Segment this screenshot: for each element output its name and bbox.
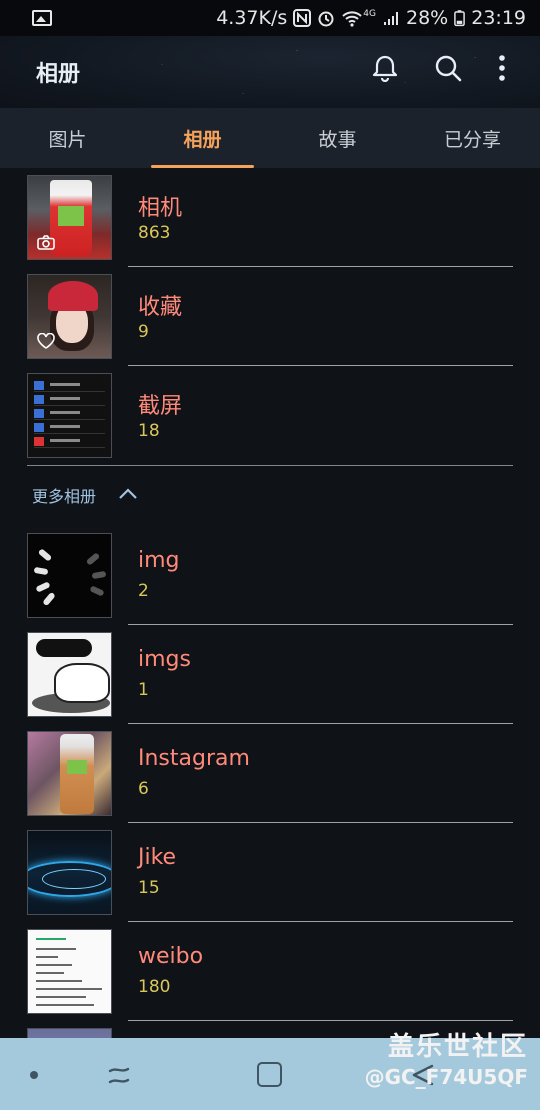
clock: 23:19 (471, 7, 526, 29)
status-bar: 4.37K/s 4G 28% 23:19 (0, 0, 540, 36)
thumbnail-dash (89, 585, 105, 597)
nav-dot-button[interactable] (30, 1071, 38, 1079)
thumbnail-dash (37, 548, 53, 562)
thumbnail-line (36, 948, 76, 950)
more-vert-icon[interactable] (498, 54, 506, 82)
album-count: 15 (138, 878, 160, 898)
album-name: img (138, 548, 180, 573)
album-name: 截屏 (138, 394, 183, 419)
watermark: 盖乐世社区 @GC_F74U5QF (365, 1026, 528, 1089)
album-count: 18 (138, 421, 160, 441)
album-name: 收藏 (138, 295, 183, 320)
thumbnail-dash (85, 552, 101, 566)
album-list: 相机 863 收藏 9 截屏 18 更多相册 img 2 imgs 1 Inst… (0, 168, 540, 1110)
album-thumbnail (27, 929, 112, 1014)
image-notification-icon (32, 10, 52, 26)
thumbnail-dash (91, 570, 107, 580)
album-item-img[interactable]: img 2 (0, 526, 540, 625)
album-count: 2 (138, 581, 149, 601)
battery-percent: 28% (406, 7, 449, 29)
heart-icon (37, 333, 55, 349)
tab-stories[interactable]: 故事 (270, 108, 405, 168)
thumbnail-row (34, 436, 105, 448)
thumbnail-bottle (60, 734, 94, 814)
album-count: 863 (138, 223, 171, 243)
thumbnail-row (34, 394, 105, 406)
tab-pictures[interactable]: 图片 (0, 108, 135, 168)
album-item-screenshots[interactable]: 截屏 18 (0, 366, 540, 465)
album-count: 6 (138, 779, 149, 799)
more-albums-toggle[interactable]: 更多相册 (0, 466, 540, 526)
album-count: 1 (138, 680, 149, 700)
album-item-instagram[interactable]: Instagram 6 (0, 724, 540, 823)
thumbnail-dash (33, 566, 49, 576)
album-thumbnail (27, 373, 112, 458)
search-icon[interactable] (434, 54, 462, 82)
album-name: 相机 (138, 196, 183, 221)
thumbnail-line (36, 988, 102, 990)
album-thumbnail (27, 175, 112, 260)
album-thumbnail (27, 632, 112, 717)
network-speed: 4.37K/s (216, 7, 288, 29)
album-count: 180 (138, 977, 171, 997)
thumbnail-image (50, 180, 92, 256)
thumbnail-hat (48, 281, 98, 311)
bell-icon[interactable] (372, 54, 398, 82)
recents-icon[interactable] (106, 1062, 132, 1088)
album-name: Jike (138, 845, 177, 870)
tab-albums[interactable]: 相册 (135, 108, 270, 168)
thumbnail-line (36, 956, 58, 958)
album-item-imgs[interactable]: imgs 1 (0, 625, 540, 724)
tab-shared[interactable]: 已分享 (405, 108, 540, 168)
app-header: 相册 (0, 36, 540, 108)
thumbnail-row (34, 408, 105, 420)
album-name: imgs (138, 647, 191, 672)
album-name: Instagram (138, 746, 250, 771)
album-thumbnail (27, 731, 112, 816)
network-type: 4G (363, 9, 376, 19)
album-thumbnail (27, 830, 112, 915)
thumbnail-line (36, 1004, 94, 1006)
album-name: weibo (138, 944, 204, 969)
more-albums-label: 更多相册 (32, 487, 97, 506)
status-right: 4.37K/s 4G 28% 23:19 (216, 7, 526, 29)
album-thumbnail (27, 274, 112, 359)
chevron-up-icon (119, 488, 137, 499)
album-item-favorites[interactable]: 收藏 9 (0, 267, 540, 366)
thumbnail-cat (54, 663, 110, 703)
album-item-camera[interactable]: 相机 863 (0, 168, 540, 267)
header-actions (372, 54, 506, 82)
thumbnail-dash (42, 591, 56, 607)
album-item-jike[interactable]: Jike 15 (0, 823, 540, 922)
tab-bar: 图片 相册 故事 已分享 (0, 108, 540, 168)
thumbnail-dash (35, 581, 51, 593)
nfc-icon (293, 9, 312, 27)
watermark-title: 盖乐世社区 (387, 1032, 528, 1062)
home-icon[interactable] (257, 1062, 282, 1087)
thumbnail-line (36, 972, 64, 974)
watermark-handle: @GC_F74U5QF (364, 1065, 528, 1089)
camera-icon (37, 235, 55, 250)
page-title: 相册 (36, 62, 81, 87)
battery-icon (454, 10, 466, 27)
wifi-icon (342, 11, 362, 27)
signal-icon (384, 12, 398, 25)
album-count: 9 (138, 322, 149, 342)
album-item-weibo[interactable]: weibo 180 (0, 922, 540, 1021)
thumbnail-row (34, 422, 105, 434)
thumbnail-cloud (36, 639, 92, 657)
alarm-icon (318, 11, 334, 27)
thumbnail-line (36, 996, 86, 998)
thumbnail-line (36, 980, 82, 982)
thumbnail-tube-inner (42, 869, 106, 889)
album-thumbnail (27, 533, 112, 618)
thumbnail-line (36, 964, 72, 966)
thumbnail-line (36, 938, 66, 940)
thumbnail-row (34, 380, 105, 392)
